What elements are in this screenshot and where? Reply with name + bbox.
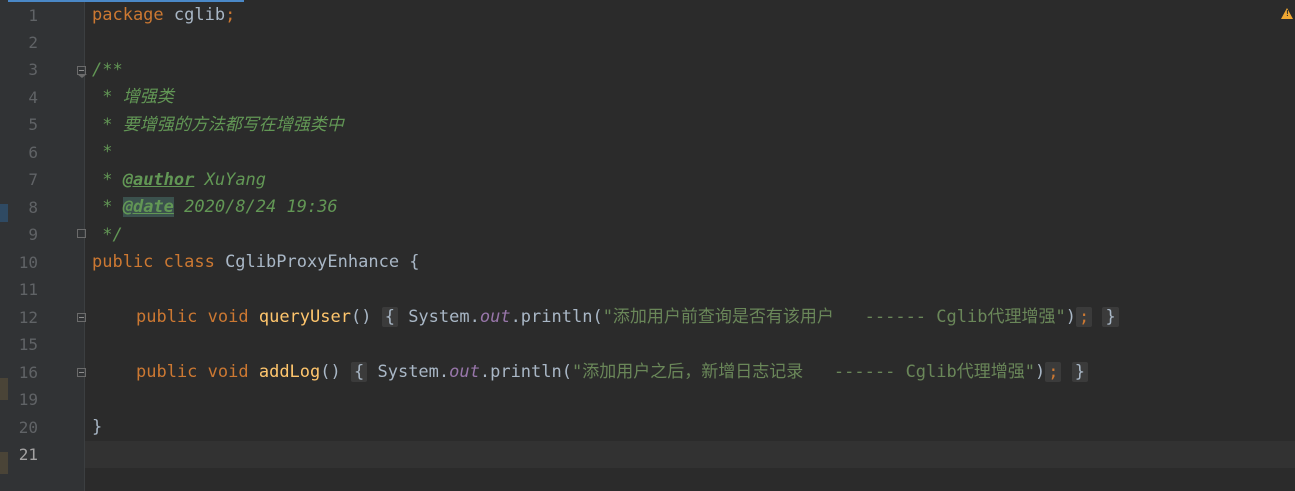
code-line-10: public class CglibProxyEnhance { — [92, 249, 420, 276]
system-ref: System. — [397, 307, 480, 327]
folded-brace[interactable]: } — [1102, 307, 1119, 327]
strip-marker — [0, 204, 8, 222]
doc-tag: @date — [122, 197, 174, 217]
semicolon: ; — [225, 5, 236, 25]
parens: () — [320, 362, 341, 382]
folded-brace[interactable]: { — [381, 307, 398, 327]
doc-tag-value: XuYang — [194, 170, 267, 190]
doc-comment: */ — [92, 225, 123, 245]
code-line-8: * @date 2020/8/24 19:36 — [92, 194, 338, 221]
method-name: queryUser — [258, 307, 351, 327]
class-name: CglibProxyEnhance — [214, 252, 410, 272]
parens: () — [350, 307, 372, 327]
system-ref: System. — [367, 362, 450, 382]
string-literal: "添加用户之后，新增日志记录 ------ Cglib代理增强" — [571, 362, 1035, 382]
code-line-6: * — [92, 139, 112, 166]
line-number: 7 — [28, 170, 38, 189]
paren-close: ) — [1034, 362, 1046, 382]
semicolon: ; — [1045, 362, 1062, 382]
static-field: out — [449, 362, 480, 382]
semicolon: ; — [1075, 307, 1093, 327]
paren-close: ) — [1065, 307, 1076, 327]
code-line-4: * 增强类 — [92, 84, 174, 111]
package-name: cglib — [163, 5, 226, 25]
keyword: public void — [136, 307, 249, 327]
method-name: addLog — [258, 362, 321, 382]
keyword: public void — [136, 362, 249, 382]
doc-comment: * — [92, 142, 113, 162]
line-number: 16 — [18, 363, 38, 382]
code-line-7: * @author XuYang — [92, 167, 266, 194]
method-call: .println( — [510, 307, 603, 327]
line-number: 10 — [18, 253, 38, 272]
line-number: 4 — [28, 88, 38, 107]
folded-brace[interactable]: } — [1071, 362, 1088, 382]
brace: { — [409, 252, 420, 272]
string-literal: "添加用户前查询是否有该用户 ------ Cglib代理增强" — [602, 307, 1066, 327]
method-call: .println( — [479, 362, 572, 382]
doc-comment: * 要增强的方法都写在增强类中 — [92, 115, 344, 135]
line-number: 12 — [18, 308, 38, 327]
line-number: 1 — [28, 6, 38, 25]
strip-marker — [0, 378, 8, 400]
line-number: 9 — [28, 225, 38, 244]
folded-brace[interactable]: { — [351, 362, 368, 382]
code-line-1: package cglib; — [92, 2, 235, 29]
line-number: 20 — [18, 418, 38, 437]
code-line-9: */ — [92, 222, 123, 249]
line-number: 15 — [18, 335, 38, 354]
line-number-current: 21 — [18, 445, 38, 464]
line-number: 8 — [28, 198, 38, 217]
warning-icon[interactable] — [1281, 8, 1293, 19]
doc-comment: * — [92, 170, 123, 190]
code-line-16: public void addLog() { System.out.printl… — [136, 359, 1088, 386]
line-number: 2 — [28, 33, 38, 52]
doc-comment: * — [92, 197, 123, 217]
code-line-20: } — [92, 414, 102, 441]
doc-tag-value: 2020/8/24 19:36 — [173, 197, 338, 217]
keyword: package — [92, 5, 164, 25]
static-field: out — [479, 307, 511, 327]
line-number: 5 — [28, 115, 38, 134]
code-line-3: /** — [92, 57, 123, 84]
left-tool-strip — [0, 0, 8, 491]
code-line-12: public void queryUser() { System.out.pri… — [136, 304, 1119, 331]
doc-comment: * 增强类 — [92, 87, 174, 107]
brace: } — [92, 417, 103, 437]
doc-tag: @author — [122, 170, 195, 190]
line-number: 6 — [28, 143, 38, 162]
code-line-5: * 要增强的方法都写在增强类中 — [92, 112, 344, 139]
keyword: public class — [92, 252, 215, 272]
code-editor[interactable] — [85, 0, 1295, 491]
doc-comment: /** — [92, 60, 123, 80]
strip-marker — [0, 452, 8, 474]
line-number: 19 — [18, 390, 38, 409]
line-number: 11 — [18, 280, 38, 299]
line-number: 3 — [28, 60, 38, 79]
